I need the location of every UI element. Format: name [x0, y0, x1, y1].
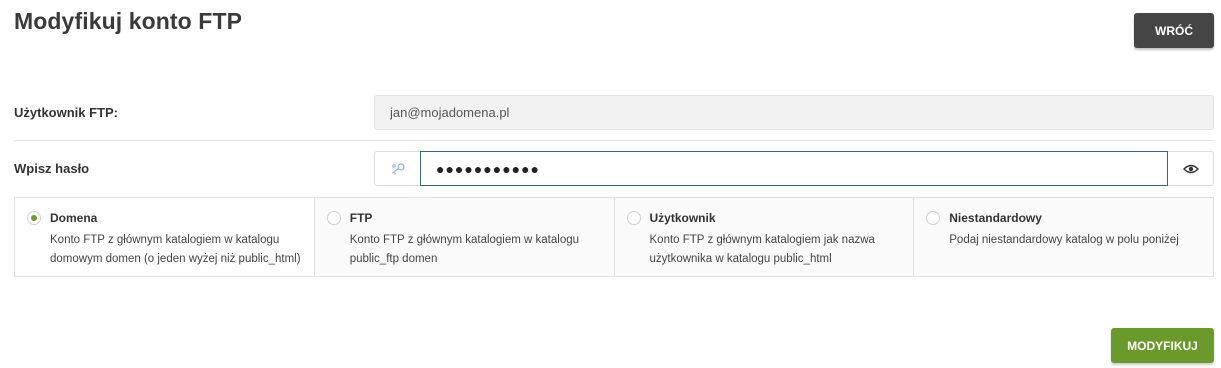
generate-password-button[interactable]: [374, 151, 421, 186]
option-title: Domena: [50, 211, 98, 225]
radio-niestandardowy[interactable]: [926, 211, 941, 225]
option-title: Niestandardowy: [949, 211, 1042, 225]
modify-button[interactable]: MODYFIKUJ: [1111, 328, 1214, 363]
option-description: Podaj niestandardowy katalog w polu poni…: [949, 234, 1179, 246]
ftp-user-field[interactable]: [374, 95, 1214, 130]
option-description: Konto FTP z głównym katalogiem w katalog…: [50, 234, 301, 265]
option-description: Konto FTP z głównym katalogiem w katalog…: [349, 234, 580, 265]
option-uzytkownik[interactable]: Użytkownik Konto FTP z głównym katalogie…: [613, 198, 914, 276]
option-description: Konto FTP z głównym katalogiem jak nazwa…: [649, 234, 875, 265]
ftp-user-row: Użytkownik FTP:: [14, 85, 1214, 141]
key-generate-icon: [392, 162, 405, 174]
directory-options: Domena Konto FTP z głównym katalogiem w …: [14, 197, 1214, 277]
option-niestandardowy[interactable]: Niestandardowy Podaj niestandardowy kata…: [913, 198, 1213, 276]
password-input[interactable]: [420, 151, 1168, 186]
option-title: FTP: [349, 211, 373, 225]
back-button[interactable]: WRÓĆ: [1134, 13, 1214, 48]
option-domena[interactable]: Domena Konto FTP z głównym katalogiem w …: [15, 198, 314, 276]
eye-icon: [1182, 164, 1199, 173]
toggle-password-visibility-button[interactable]: [1168, 151, 1214, 186]
option-title: Użytkownik: [649, 211, 716, 225]
radio-ftp[interactable]: [326, 211, 341, 225]
password-label: Wpisz hasło: [14, 161, 90, 176]
radio-domena[interactable]: [27, 211, 41, 225]
option-ftp[interactable]: FTP Konto FTP z głównym katalogiem w kat…: [313, 198, 614, 276]
page-title: Modyfikuj konto FTP: [14, 8, 243, 34]
radio-uzytkownik[interactable]: [626, 211, 641, 225]
ftp-user-label: Użytkownik FTP:: [14, 105, 119, 120]
password-row: Wpisz hasło: [14, 141, 1214, 197]
